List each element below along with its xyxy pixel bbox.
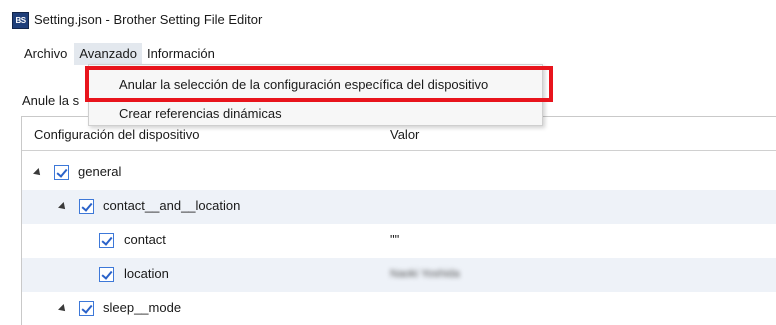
menu-bar: Archivo Avanzado Información bbox=[22, 43, 220, 65]
checkbox-checked-icon[interactable] bbox=[79, 301, 94, 316]
menu-informacion[interactable]: Información bbox=[142, 43, 220, 65]
app-icon: BS bbox=[12, 12, 29, 29]
tree-row-value-redacted: Naoki Yoshida bbox=[390, 268, 460, 280]
tree-row-sleep-mode[interactable]: sleep__mode bbox=[22, 292, 776, 325]
menu-avanzado[interactable]: Avanzado bbox=[74, 43, 142, 65]
expand-arrow-icon[interactable] bbox=[58, 202, 68, 212]
highlight-annotation bbox=[85, 66, 553, 102]
checkbox-checked-icon[interactable] bbox=[54, 165, 69, 180]
tree-row-label: general bbox=[78, 164, 122, 179]
window-title: Setting.json - Brother Setting File Edit… bbox=[34, 12, 263, 27]
tree-row-label: contact__and__location bbox=[103, 198, 241, 213]
expand-arrow-icon[interactable] bbox=[33, 168, 43, 178]
tree-row-value: "" bbox=[390, 232, 400, 247]
tree-row-general[interactable]: general bbox=[22, 156, 776, 190]
instruction-text: Anule la s bbox=[22, 93, 80, 108]
tree-row-contact[interactable]: contact "" bbox=[22, 224, 776, 258]
checkbox-checked-icon[interactable] bbox=[99, 233, 114, 248]
title-bar: BS Setting.json - Brother Setting File E… bbox=[0, 0, 776, 40]
tree-row-label: contact bbox=[124, 232, 166, 247]
menu-archivo[interactable]: Archivo bbox=[22, 43, 72, 65]
tree-row-contact-and-location[interactable]: contact__and__location bbox=[22, 190, 776, 224]
checkbox-checked-icon[interactable] bbox=[79, 199, 94, 214]
column-header-config[interactable]: Configuración del dispositivo bbox=[34, 127, 199, 142]
column-header-value[interactable]: Valor bbox=[390, 127, 419, 142]
checkbox-checked-icon[interactable] bbox=[99, 267, 114, 282]
tree-row-label: sleep__mode bbox=[103, 300, 182, 315]
tree-row-label: location bbox=[124, 266, 169, 281]
tree-row-location[interactable]: location Naoki Yoshida bbox=[22, 258, 776, 292]
device-settings-tree: Configuración del dispositivo Valor gene… bbox=[21, 116, 776, 325]
menu-item-create-dynamic-references[interactable]: Crear referencias dinámicas bbox=[119, 106, 282, 121]
expand-arrow-icon[interactable] bbox=[58, 304, 68, 314]
